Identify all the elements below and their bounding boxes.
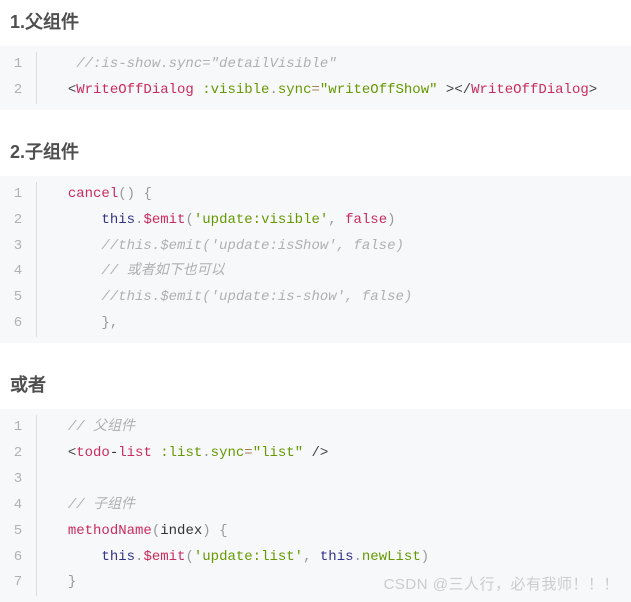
method-name: $emit: [143, 208, 185, 234]
method-name: $emit: [143, 545, 185, 571]
kw-this: this: [320, 545, 354, 571]
code-line: 3: [0, 467, 631, 493]
string: 'update:list': [194, 545, 303, 571]
line-number: 2: [0, 78, 37, 104]
section-title-2: 2.子组件: [10, 138, 631, 164]
code-line: 5 //this.$emit('update:is-show', false): [0, 285, 631, 311]
tag-name: WriteOffDialog: [76, 78, 194, 104]
code-line: 2 <todo-list :list.sync="list" />: [0, 441, 631, 467]
attr: sync: [211, 441, 245, 467]
method-name: cancel: [68, 182, 118, 208]
code-comment: //:is-show.sync="detailVisible": [76, 52, 336, 78]
string: 'update:visible': [194, 208, 328, 234]
code-line: 5 methodName(index) {: [0, 519, 631, 545]
code-line: 6 this.$emit('update:list', this.newList…: [0, 545, 631, 571]
line-number: 4: [0, 259, 37, 285]
code-line: 3 //this.$emit('update:isShow', false): [0, 234, 631, 260]
line-number: 7: [0, 570, 37, 596]
line-number: 6: [0, 545, 37, 571]
section-title-3: 或者: [10, 371, 631, 397]
line-number: 5: [0, 285, 37, 311]
code-line: 7 }: [0, 570, 631, 596]
line-number: 6: [0, 311, 37, 337]
attr: :visible: [202, 78, 269, 104]
code-line: 1 // 父组件: [0, 415, 631, 441]
attr-value: "writeOffShow": [320, 78, 438, 104]
code-comment: // 或者如下也可以: [101, 259, 224, 285]
code-line: 2 <WriteOffDialog :visible.sync="writeOf…: [0, 78, 631, 104]
code-comment: //this.$emit('update:is-show', false): [101, 285, 412, 311]
attr: :list: [160, 441, 202, 467]
prop: newList: [362, 545, 421, 571]
tag-name: list: [118, 441, 152, 467]
line-number: 2: [0, 441, 37, 467]
code-block-3: 1 // 父组件 2 <todo-list :list.sync="list" …: [0, 409, 631, 602]
code-block-1: 1 //:is-show.sync="detailVisible" 2 <Wri…: [0, 46, 631, 110]
line-number: 1: [0, 182, 37, 208]
line-number: 4: [0, 493, 37, 519]
method-name: methodName: [68, 519, 152, 545]
code-line: 4 // 或者如下也可以: [0, 259, 631, 285]
code-line: 1 cancel() {: [0, 182, 631, 208]
line-number: 3: [0, 234, 37, 260]
code-line: 2 this.$emit('update:visible', false): [0, 208, 631, 234]
line-number: 5: [0, 519, 37, 545]
line-number: 2: [0, 208, 37, 234]
code-line: 6 },: [0, 311, 631, 337]
bool: false: [345, 208, 387, 234]
line-number: 1: [0, 52, 37, 78]
tag-name: WriteOffDialog: [471, 78, 589, 104]
tag-name: todo: [76, 441, 110, 467]
section-title-1: 1.父组件: [10, 8, 631, 34]
brace: },: [101, 311, 118, 337]
attr: sync: [278, 78, 312, 104]
attr-value: "list": [253, 441, 303, 467]
code-comment: // 子组件: [68, 493, 135, 519]
line-number: 1: [0, 415, 37, 441]
code-line: 4 // 子组件: [0, 493, 631, 519]
param: index: [160, 519, 202, 545]
kw-this: this: [101, 545, 135, 571]
line-number: 3: [0, 467, 37, 493]
code-line: 1 //:is-show.sync="detailVisible": [0, 52, 631, 78]
code-block-2: 1 cancel() { 2 this.$emit('update:visibl…: [0, 176, 631, 343]
code-comment: //this.$emit('update:isShow', false): [101, 234, 403, 260]
code-comment: // 父组件: [68, 415, 135, 441]
kw-this: this: [101, 208, 135, 234]
